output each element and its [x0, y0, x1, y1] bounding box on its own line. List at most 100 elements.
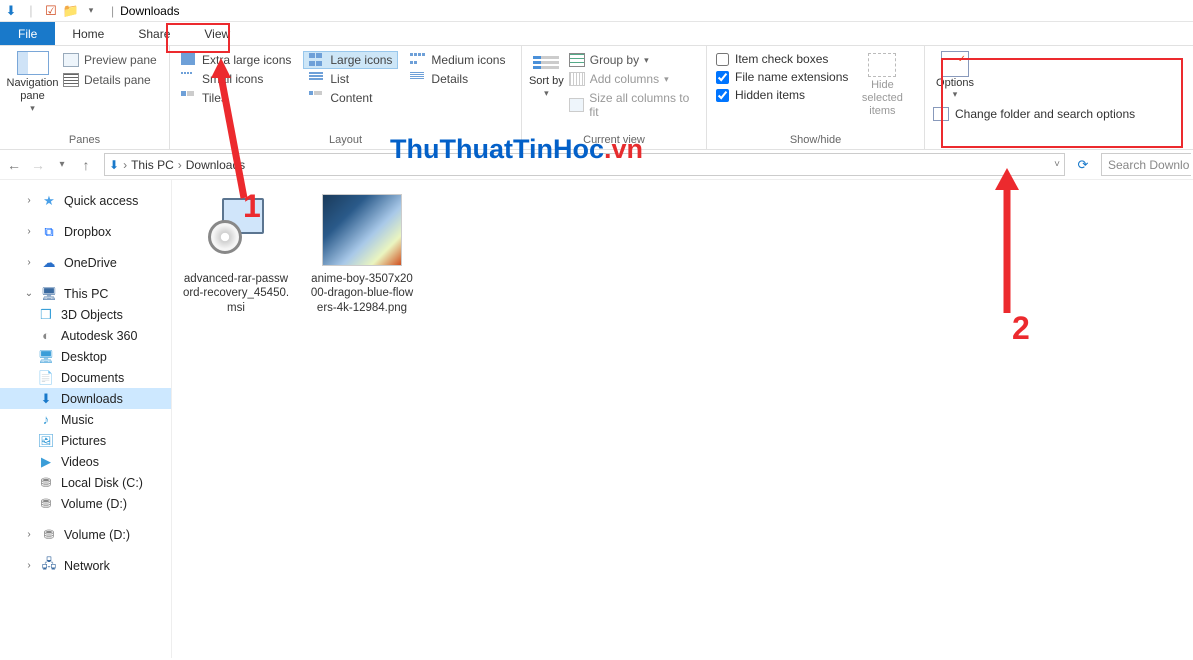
address-dropdown-icon[interactable]: ˅ — [1054, 159, 1060, 170]
nav-documents[interactable]: 📄Documents — [0, 367, 171, 388]
options-button[interactable]: Options ▾ — [930, 49, 980, 100]
layout-medium-icons[interactable]: Medium icons — [404, 51, 511, 69]
ribbon-group-show-hide: Item check boxes File name extensions Hi… — [707, 46, 925, 149]
breadcrumb-this-pc[interactable]: This PC — [131, 158, 174, 172]
large-label: Large icons — [330, 53, 392, 67]
group-by-button[interactable]: Group by ▾ — [566, 51, 701, 69]
down-arrow-icon[interactable]: ⬇ — [3, 3, 19, 19]
chevron-right-icon: › — [178, 158, 182, 172]
content-label: Content — [330, 91, 372, 105]
nav-music-label: Music — [61, 413, 94, 427]
group-by-icon — [569, 53, 585, 67]
ribbon-group-panes: Navigation pane ▾ Preview pane Details p… — [0, 46, 170, 149]
small-icon — [181, 72, 197, 86]
checkbox-checked-icon[interactable]: ☑ — [43, 3, 59, 19]
file-name-extensions-checkbox[interactable]: File name extensions — [716, 70, 848, 84]
pictures-icon: 🖼 — [38, 433, 54, 449]
folder-icon[interactable]: 📁 — [63, 3, 79, 19]
nav-music[interactable]: ♪Music — [0, 409, 171, 430]
nav-3d-objects[interactable]: ❒ 3D Objects — [0, 304, 171, 325]
nav-autodesk[interactable]: ◐Autodesk 360 — [0, 325, 171, 346]
qat-customize-icon[interactable]: ▾ — [83, 3, 99, 19]
nav-dropbox-label: Dropbox — [64, 225, 111, 239]
nav-volume-d-1[interactable]: ⛃Volume (D:) — [0, 493, 171, 514]
nav-this-pc[interactable]: ⌄🖥This PC — [0, 283, 171, 304]
search-input[interactable]: Search Downlo — [1101, 153, 1191, 176]
nav-dropbox[interactable]: ›⧉Dropbox — [0, 221, 171, 242]
list-label: List — [330, 72, 349, 86]
expand-icon[interactable]: › — [24, 257, 34, 268]
item-check-boxes-checkbox[interactable]: Item check boxes — [716, 52, 848, 66]
cube-icon: ❒ — [38, 307, 54, 323]
expand-icon[interactable]: › — [24, 560, 34, 571]
watermark-text: ThuThuatTinHoc.vn — [390, 134, 643, 165]
change-folder-icon — [933, 107, 949, 121]
nav-autodesk-label: Autodesk 360 — [61, 329, 137, 343]
layout-list[interactable]: List — [303, 70, 398, 88]
nav-network[interactable]: ›🖧Network — [0, 555, 171, 576]
tiles-icon — [181, 91, 197, 105]
expand-icon[interactable]: › — [24, 195, 34, 206]
expand-icon[interactable]: › — [24, 529, 34, 540]
extra-large-icon — [181, 53, 197, 67]
star-icon: ★ — [41, 193, 57, 209]
nav-local-c-label: Local Disk (C:) — [61, 476, 143, 490]
hide-selected-label: Hide selected items — [852, 79, 912, 119]
watermark-b: .vn — [604, 134, 643, 164]
annotation-arrow-2 — [992, 168, 1022, 318]
nav-3d-label: 3D Objects — [61, 308, 123, 322]
forward-button[interactable]: → — [26, 153, 50, 177]
navigation-tree: ›★Quick access ›⧉Dropbox ›☁OneDrive ⌄🖥Th… — [0, 180, 172, 658]
preview-pane-button[interactable]: Preview pane — [60, 51, 160, 69]
panes-group-label: Panes — [5, 133, 164, 148]
add-columns-label: Add columns — [590, 72, 659, 86]
layout-content[interactable]: Content — [303, 89, 398, 107]
layout-large-icons[interactable]: Large icons — [303, 51, 398, 69]
desktop-icon: 🖥 — [38, 349, 54, 365]
nav-downloads[interactable]: ⬇Downloads — [0, 388, 171, 409]
nav-volume-d-2[interactable]: ›⛃Volume (D:) — [0, 524, 171, 545]
size-all-columns-button[interactable]: Size all columns to fit — [566, 89, 701, 121]
tab-share[interactable]: Share — [121, 22, 187, 45]
item-check-label: Item check boxes — [735, 52, 828, 66]
drive-icon: ⛃ — [38, 475, 54, 491]
tab-file[interactable]: File — [0, 22, 55, 45]
file-item-png[interactable]: anime-boy-3507x2000-dragon-blue-flowers-… — [308, 194, 416, 315]
nav-onedrive[interactable]: ›☁OneDrive — [0, 252, 171, 273]
file-list[interactable]: advanced-rar-password-recovery_45450.msi… — [172, 180, 1193, 658]
hide-selected-items-button[interactable]: Hide selected items — [852, 49, 912, 119]
add-columns-button[interactable]: Add columns ▾ — [566, 70, 701, 88]
layout-details[interactable]: Details — [404, 70, 511, 88]
window-title: Downloads — [120, 4, 179, 18]
annotation-number-2: 2 — [1012, 310, 1030, 347]
nav-local-disk-c[interactable]: ⛃ Local Disk (C:) — [0, 472, 171, 493]
nav-pictures[interactable]: 🖼Pictures — [0, 430, 171, 451]
up-button[interactable]: ↑ — [74, 153, 98, 177]
collapse-icon[interactable]: ⌄ — [24, 288, 34, 299]
preview-pane-icon — [63, 53, 79, 67]
expand-icon[interactable]: › — [24, 226, 34, 237]
change-folder-label: Change folder and search options — [955, 107, 1135, 121]
hidden-items-checkbox[interactable]: Hidden items — [716, 88, 848, 102]
nav-vol-d2-label: Volume (D:) — [64, 528, 130, 542]
details-pane-button[interactable]: Details pane — [60, 71, 160, 89]
back-button[interactable]: ← — [2, 153, 26, 177]
nav-vol-d1-label: Volume (D:) — [61, 497, 127, 511]
nav-desktop[interactable]: 🖥 Desktop — [0, 346, 171, 367]
refresh-button[interactable]: ⟳ — [1071, 157, 1095, 173]
sort-by-button[interactable]: Sort by ▾ — [527, 49, 566, 99]
change-folder-options-item[interactable]: Change folder and search options — [930, 104, 1138, 124]
title-bar: ⬇ | ☑ 📁 ▾ | Downloads — [0, 0, 1193, 22]
nav-desktop-label: Desktop — [61, 350, 107, 364]
navigation-pane-icon — [17, 51, 49, 75]
tab-home[interactable]: Home — [55, 22, 121, 45]
tab-view[interactable]: View — [187, 22, 247, 45]
preview-pane-label: Preview pane — [84, 53, 157, 67]
downloads-breadcrumb-icon: ⬇ — [109, 158, 119, 172]
nav-quick-access[interactable]: ›★Quick access — [0, 190, 171, 211]
recent-locations-button[interactable]: ▾ — [50, 153, 74, 177]
file-item-msi[interactable]: advanced-rar-password-recovery_45450.msi — [182, 194, 290, 315]
options-icon — [941, 51, 969, 77]
navigation-pane-button[interactable]: Navigation pane ▾ — [5, 49, 60, 114]
nav-videos[interactable]: ▶Videos — [0, 451, 171, 472]
